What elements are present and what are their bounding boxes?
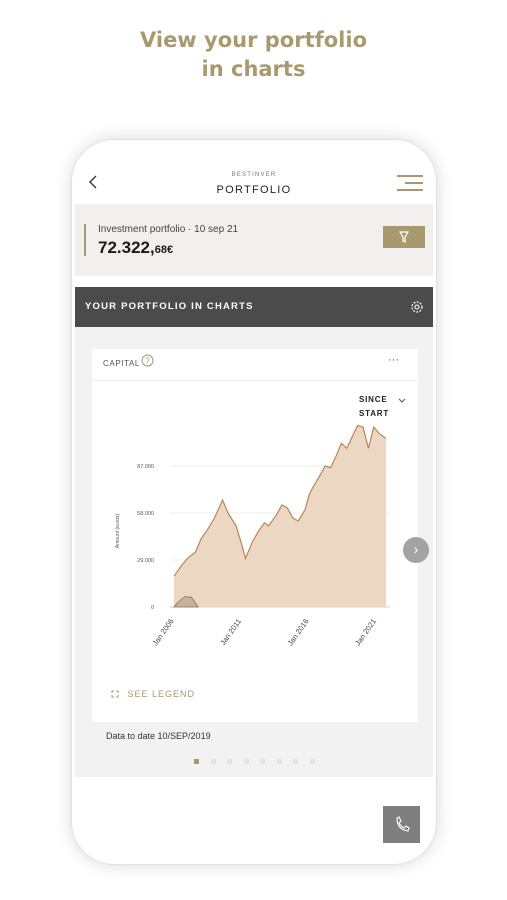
pagination-dot[interactable] — [243, 759, 249, 764]
y-tick-label: 0 — [151, 605, 154, 611]
accent-bar — [84, 224, 86, 256]
filter-button[interactable] — [383, 226, 425, 248]
chevron-right-icon: › — [413, 541, 419, 557]
y-tick-label: 29.000 — [137, 558, 154, 564]
page-title: PORTFOLIO — [216, 184, 292, 196]
see-legend-button[interactable]: SEE LEGEND — [111, 685, 195, 699]
chart-carousel: CAPITAL ? ··· SINCE START 0 29.000 58.000 87… — [75, 327, 433, 777]
hamburger-icon-bottom — [397, 189, 423, 191]
x-tick-label: Jan 2021 — [353, 617, 378, 647]
charts-section-header: YOUR PORTFOLIO IN CHARTS — [75, 287, 433, 327]
pagination-dot[interactable] — [194, 759, 199, 764]
headline-line-1: View your portfolio — [139, 28, 367, 52]
investment-value: 72.322,68€ — [98, 238, 173, 258]
settings-button[interactable] — [409, 299, 425, 315]
phone-frame: BESTINVER PORTFOLIO Investment portfolio… — [72, 140, 436, 864]
pagination-dot[interactable] — [309, 759, 315, 764]
call-button[interactable] — [383, 806, 420, 843]
carousel-pagination — [75, 759, 433, 769]
next-chart-button[interactable]: › — [403, 537, 429, 563]
investment-summary: Investment portfolio · 10 sep 21 72.322,… — [75, 204, 433, 276]
x-tick-label: Jan 2011 — [218, 617, 243, 647]
app-header: BESTINVER PORTFOLIO — [72, 140, 436, 204]
chart-card-footer: Data to date 10/SEP/2019 — [92, 722, 418, 750]
filter-icon — [398, 231, 410, 243]
x-tick-label: Jan 2016 — [286, 617, 311, 647]
phone-icon — [396, 816, 410, 832]
menu-button[interactable] — [397, 175, 423, 193]
x-tick-label: Jan 2006 — [151, 617, 176, 647]
expand-icon — [111, 690, 119, 698]
data-date-label: Data to date 10/SEP/2019 — [106, 731, 211, 741]
see-legend-label: SEE LEGEND — [127, 688, 195, 699]
pagination-dot[interactable] — [210, 759, 216, 764]
promo-headline: View your portfolio in charts — [0, 26, 507, 84]
brand-label: BESTINVER — [231, 172, 277, 178]
pagination-dot[interactable] — [227, 759, 232, 764]
pagination-dot[interactable] — [276, 759, 282, 764]
hamburger-icon — [397, 175, 423, 177]
pagination-dot[interactable] — [293, 759, 298, 764]
charts-section-title: YOUR PORTFOLIO IN CHARTS — [85, 301, 254, 312]
investment-value-cents: 68€ — [154, 244, 174, 256]
investment-value-main: 72.322, — [98, 238, 155, 257]
gear-icon — [411, 301, 423, 313]
headline-line-2: in charts — [201, 57, 306, 81]
capital-area — [174, 425, 386, 607]
hamburger-icon-middle — [405, 182, 423, 184]
y-tick-label: 87.000 — [137, 464, 154, 470]
pagination-dot[interactable] — [260, 759, 265, 764]
capital-chart: 0 29.000 58.000 87.000 Amount (euros) Jan 200… — [115, 424, 390, 647]
capital-chart-card: CAPITAL ? ··· SINCE START 0 29.000 58.000 87… — [92, 349, 418, 750]
investment-label: Investment portfolio · 10 sep 21 — [98, 224, 239, 235]
y-tick-label: 58.000 — [137, 511, 154, 517]
y-axis-label: Amount (euros) — [115, 513, 121, 548]
